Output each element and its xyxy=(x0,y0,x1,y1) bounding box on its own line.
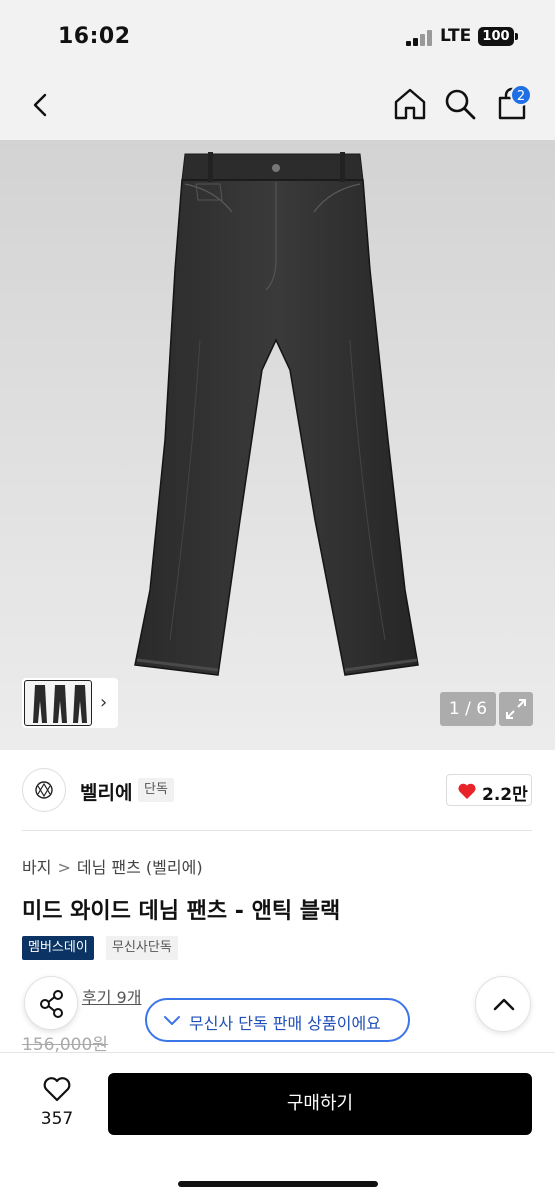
wish-count: 357 xyxy=(40,1109,74,1129)
back-arrow-icon[interactable] xyxy=(26,90,56,120)
brand-logo-icon xyxy=(35,781,53,799)
exclusive-notice-text: 무신사 단독 판매 상품이에요 xyxy=(189,1014,381,1033)
image-page-indicator: 1 / 6 xyxy=(440,692,496,726)
buy-button[interactable]: 구매하기 xyxy=(108,1073,532,1135)
chevron-up-icon xyxy=(493,998,515,1011)
brand-exclusive-tag: 단독 xyxy=(138,778,174,802)
thumbnail-strip[interactable]: › xyxy=(22,678,118,728)
exclusive-badge: 무신사단독 xyxy=(106,936,178,960)
brand-name[interactable]: 벨리에 xyxy=(80,778,132,805)
top-nav-bar: 2 xyxy=(0,72,555,140)
brand-like-count: 2.2만 xyxy=(482,785,528,805)
network-type: LTE xyxy=(440,26,472,46)
check-icon xyxy=(164,1016,180,1025)
share-icon xyxy=(40,990,63,1018)
battery-icon: 100 xyxy=(478,27,514,46)
scroll-to-top-button[interactable] xyxy=(475,976,531,1032)
signal-icon xyxy=(406,30,432,46)
brand-logo[interactable] xyxy=(22,768,66,812)
home-indicator[interactable] xyxy=(178,1181,378,1187)
expand-icon[interactable] xyxy=(499,692,533,726)
product-image-gallery[interactable]: › 1 / 6 xyxy=(0,140,555,750)
cart-count-badge: 2 xyxy=(510,84,532,106)
search-icon[interactable] xyxy=(442,86,478,122)
members-day-badge: 멤버스데이 xyxy=(22,936,94,960)
thumbnail-jeans-image xyxy=(33,685,87,723)
battery-tip xyxy=(515,33,518,40)
breadcrumb: 바지 > 데님 팬츠 (벨리에) xyxy=(22,854,203,878)
bottom-action-bar: 357 구매하기 xyxy=(0,1052,555,1200)
product-title: 미드 와이드 데님 팬츠 - 앤틱 블랙 xyxy=(22,899,341,924)
thumbnail-next-icon[interactable]: › xyxy=(100,692,107,713)
section-divider xyxy=(22,830,532,831)
breadcrumb-separator: > xyxy=(57,858,71,877)
status-time: 16:02 xyxy=(58,24,131,49)
status-bar: 16:02 LTE 100 xyxy=(0,0,555,72)
product-image-jeans xyxy=(134,152,419,676)
home-icon[interactable] xyxy=(392,86,428,122)
exclusive-notice-pill: 무신사 단독 판매 상품이에요 xyxy=(145,998,410,1042)
share-button[interactable] xyxy=(24,976,78,1030)
breadcrumb-subcategory[interactable]: 데님 팬츠 (벨리에) xyxy=(77,858,203,877)
heart-outline-icon[interactable] xyxy=(42,1075,72,1103)
thumbnail-image[interactable] xyxy=(24,680,92,726)
heart-filled-icon xyxy=(458,783,476,799)
review-link[interactable]: 후기 9개 xyxy=(82,984,141,1008)
brand-like-button[interactable]: 2.2만 xyxy=(446,774,532,806)
breadcrumb-category[interactable]: 바지 xyxy=(22,858,51,877)
